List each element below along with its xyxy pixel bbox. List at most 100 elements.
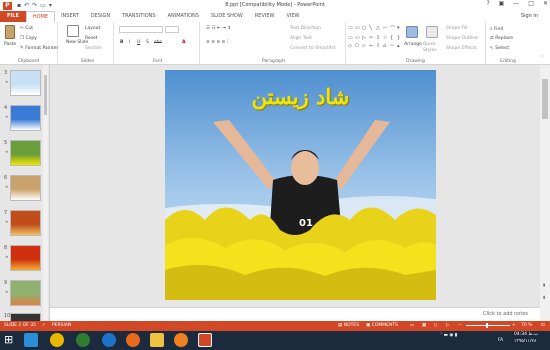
- slide-jersey: 01: [299, 218, 313, 229]
- tab-transitions[interactable]: TRANSITIONS: [116, 11, 162, 22]
- globe-app-icon[interactable]: [76, 333, 90, 347]
- shape-effects-button[interactable]: Shape Effects: [446, 46, 477, 51]
- tab-insert[interactable]: INSERT: [55, 11, 85, 22]
- font-group: B I U S abc A Font: [116, 22, 200, 65]
- powerpoint-taskbar-icon[interactable]: [198, 333, 212, 347]
- clock-date[interactable]: ۱۳۹۵/۱۱/۲۸: [514, 339, 536, 344]
- quick-styles-button[interactable]: Quick Styles: [423, 42, 443, 54]
- tab-file[interactable]: FILE: [0, 11, 26, 22]
- bold-button[interactable]: B: [120, 40, 123, 45]
- slide-title[interactable]: شاد زیستن: [165, 84, 436, 109]
- windows-start-icon[interactable]: ⊞: [4, 333, 18, 347]
- reset-button[interactable]: Reset: [85, 36, 98, 41]
- tab-view[interactable]: VIEW: [280, 11, 305, 22]
- slide-thumbnail[interactable]: [10, 105, 41, 131]
- slideshow-view-icon[interactable]: ▷: [446, 323, 449, 328]
- italic-button[interactable]: I: [129, 40, 130, 45]
- quick-styles-icon[interactable]: [426, 26, 438, 38]
- zoom-level[interactable]: 70 %: [521, 323, 532, 328]
- underline-button[interactable]: U: [137, 40, 140, 45]
- shapes-gallery[interactable]: ▭ ▭ ○ ╲ △ ⌐ ⌒ ▾ ▭ ▭ ▷ ⇨ ⇩ ☆{} ◇ ⬠ ▱ ⇐ ⇧ ⌂ ~ ▴: [348, 25, 402, 51]
- internet-explorer-icon[interactable]: [102, 333, 116, 347]
- slide-thumbnail[interactable]: [10, 175, 41, 201]
- paste-button[interactable]: Paste: [4, 42, 16, 47]
- reading-view-icon[interactable]: ▯: [434, 323, 436, 328]
- section-button[interactable]: Section: [85, 46, 102, 51]
- slide-thumbnail[interactable]: [10, 313, 41, 321]
- firefox-icon[interactable]: [126, 333, 140, 347]
- copy-button[interactable]: ❐ Copy: [20, 36, 37, 41]
- layout-button[interactable]: Layout: [85, 26, 100, 31]
- language-indicator[interactable]: PERSIAN: [52, 323, 71, 328]
- thumbnail-number: 9: [4, 280, 8, 286]
- slide-thumbnail[interactable]: [10, 210, 41, 236]
- alignment-icons[interactable]: ≡ ≡ ≡ ≡ ⫶: [206, 39, 228, 45]
- comments-button[interactable]: ▣ COMMENTS: [366, 323, 398, 328]
- maximize-button[interactable]: □: [528, 0, 534, 7]
- fit-slide-icon[interactable]: ⊡: [541, 323, 545, 328]
- telegram-icon[interactable]: [24, 333, 38, 347]
- zoom-slider[interactable]: [466, 325, 510, 326]
- help-button[interactable]: ?: [486, 0, 489, 7]
- strikethrough-button[interactable]: S: [146, 40, 149, 45]
- text-shadow-button[interactable]: abc: [154, 40, 162, 45]
- shape-outline-button[interactable]: Shape Outline: [446, 36, 478, 41]
- ribbon-tabs: FILE HOME INSERT DESIGN TRANSITIONS ANIM…: [0, 11, 550, 22]
- new-slide-icon[interactable]: [67, 25, 79, 37]
- spellcheck-icon[interactable]: ✓: [42, 323, 46, 328]
- zoom-out-button[interactable]: −: [458, 323, 462, 328]
- editing-group: ⌕ Find ⇄ Replace ↖ Select Editing: [486, 22, 530, 65]
- clock-time[interactable]: 04:34 ب.ظ: [514, 332, 538, 337]
- text-direction-button[interactable]: Text Direction: [290, 26, 321, 31]
- collapse-ribbon-icon[interactable]: ˄: [541, 56, 543, 61]
- next-slide-icon[interactable]: ⇟: [542, 295, 546, 301]
- tab-slide-show[interactable]: SLIDE SHOW: [205, 11, 249, 22]
- paragraph-group: ☰ ☷ ⇤ ⇥ ↕ ≡ ≡ ≡ ≡ ⫶ Text Direction Align…: [202, 22, 346, 65]
- tab-animations[interactable]: ANIMATIONS: [162, 11, 205, 22]
- notes-pane[interactable]: Click to add notes: [50, 307, 540, 321]
- font-name-dropdown[interactable]: [119, 26, 163, 33]
- zoom-in-button[interactable]: +: [512, 323, 516, 328]
- find-button[interactable]: ⌕ Find: [490, 26, 503, 32]
- ribbon-display-icon[interactable]: ▣: [499, 0, 505, 7]
- zoom-slider-thumb[interactable]: [486, 323, 488, 328]
- arrange-icon[interactable]: [406, 26, 418, 38]
- align-text-button[interactable]: Align Text: [290, 36, 312, 41]
- select-button[interactable]: ↖ Select: [490, 46, 509, 51]
- sign-in-link[interactable]: Sign in: [521, 13, 538, 19]
- close-button[interactable]: ✕: [543, 0, 548, 7]
- notes-button[interactable]: ▤ NOTES: [338, 323, 359, 328]
- slide-thumbnail[interactable]: [10, 140, 41, 166]
- input-language[interactable]: FA: [498, 338, 503, 343]
- paste-icon[interactable]: [5, 25, 15, 39]
- previous-slide-icon[interactable]: ⇞: [542, 283, 546, 289]
- cut-button[interactable]: ✂ Cut: [20, 26, 33, 31]
- tab-home[interactable]: HOME: [25, 11, 56, 22]
- shape-fill-button[interactable]: Shape Fill: [446, 26, 468, 31]
- clipboard-label: Clipboard: [17, 59, 40, 64]
- thumbnails-scrollbar[interactable]: [43, 65, 48, 321]
- replace-button[interactable]: ⇄ Replace: [490, 36, 513, 41]
- font-size-dropdown[interactable]: [165, 26, 179, 33]
- convert-smartart-button[interactable]: Convert to SmartArt: [290, 46, 335, 51]
- normal-view-icon[interactable]: ▭: [410, 323, 414, 328]
- media-player-icon[interactable]: [174, 333, 188, 347]
- slide-thumbnail[interactable]: [10, 280, 41, 306]
- file-explorer-icon[interactable]: [150, 333, 164, 347]
- font-color-icon[interactable]: A: [182, 40, 185, 45]
- slide-sorter-icon[interactable]: ▦: [422, 323, 426, 328]
- tab-design[interactable]: DESIGN: [85, 11, 116, 22]
- bullets-icon[interactable]: ☰ ☷ ⇤ ⇥ ↕: [206, 26, 231, 31]
- arrange-button[interactable]: Arrange: [404, 42, 422, 47]
- select-icon: ↖: [490, 46, 494, 51]
- slide-thumbnail[interactable]: [10, 70, 41, 96]
- chrome-icon[interactable]: [50, 333, 64, 347]
- format-painter-button[interactable]: ✎ Format Painter: [20, 46, 58, 51]
- current-slide[interactable]: 01 شاد زیستن: [165, 70, 436, 300]
- slide-thumbnail[interactable]: [10, 245, 41, 271]
- tab-review[interactable]: REVIEW: [249, 11, 281, 22]
- editing-area-scrollbar[interactable]: ⇞ ⇟: [540, 65, 550, 321]
- minimize-button[interactable]: —: [513, 0, 519, 7]
- find-icon: ⌕: [490, 27, 493, 32]
- system-tray-icons[interactable]: ˄ ▬ ◉ ▮: [440, 333, 457, 338]
